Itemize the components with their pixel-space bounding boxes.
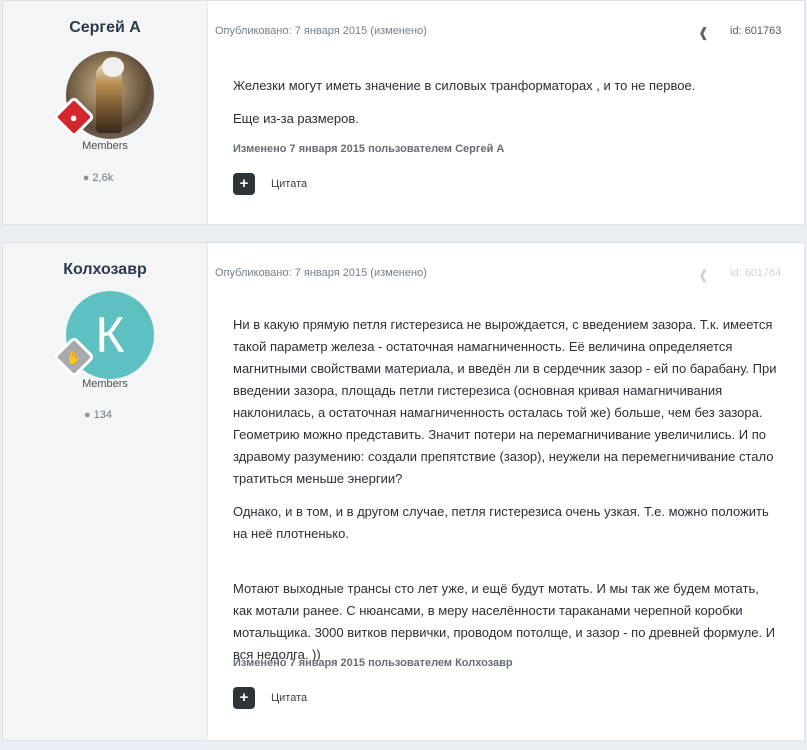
author-name[interactable]: Сергей А	[3, 19, 207, 37]
post-count: ● 2,6k	[3, 172, 193, 184]
plus-icon[interactable]: +	[233, 687, 255, 709]
post-date[interactable]: Опубликовано: 7 января 2015 (изменено)	[215, 267, 427, 279]
author-name[interactable]: Колхозавр	[3, 261, 207, 279]
author-panel: Сергей А ● Members ● 2,6k	[3, 1, 208, 224]
edited-note: Изменено 7 января 2015 пользователем Кол…	[233, 657, 513, 669]
author-panel: Колхозавр К ✋ Members ● 134	[3, 243, 208, 740]
post-paragraph: Железки могут иметь значение в силовых т…	[233, 78, 696, 93]
post-paragraph: Мотают выходные трансы сто лет уже, и ещ…	[233, 581, 776, 662]
share-icon[interactable]: ❰	[698, 25, 709, 41]
post-card: Сергей А ● Members ● 2,6k Опубликовано: 7…	[2, 0, 805, 225]
post-card: Колхозавр К ✋ Members ● 134 Опубликовано:…	[2, 242, 805, 741]
quote-button[interactable]: Цитата	[271, 178, 307, 190]
post-paragraph: Однако, и в том, и в другом случае, петл…	[233, 504, 769, 541]
post-date[interactable]: Опубликовано: 7 января 2015 (изменено)	[215, 25, 427, 37]
post-count: ● 134	[3, 409, 193, 421]
post-count-value: 2,6k	[92, 172, 114, 184]
plus-icon[interactable]: +	[233, 173, 255, 195]
member-group: Members	[82, 378, 128, 390]
post-count-value: 134	[93, 409, 112, 421]
post-paragraph: Ни в какую прямую петля гистерезиса не в…	[233, 317, 777, 486]
comment-icon: ●	[83, 409, 91, 421]
post-paragraph: Еще из-за размеров.	[233, 111, 359, 126]
post-content: Железки могут иметь значение в силовых т…	[233, 75, 778, 141]
post-id[interactable]: id: 601763	[730, 25, 781, 37]
post-id[interactable]: id: 601764	[730, 267, 781, 279]
share-icon[interactable]: ❰	[698, 267, 709, 283]
edited-note: Изменено 7 января 2015 пользователем Сер…	[233, 143, 505, 155]
quote-button[interactable]: Цитата	[271, 692, 307, 704]
post-content: Ни в какую прямую петля гистерезиса не в…	[233, 314, 778, 677]
member-group: Members	[82, 140, 128, 152]
comment-icon: ●	[82, 172, 90, 184]
